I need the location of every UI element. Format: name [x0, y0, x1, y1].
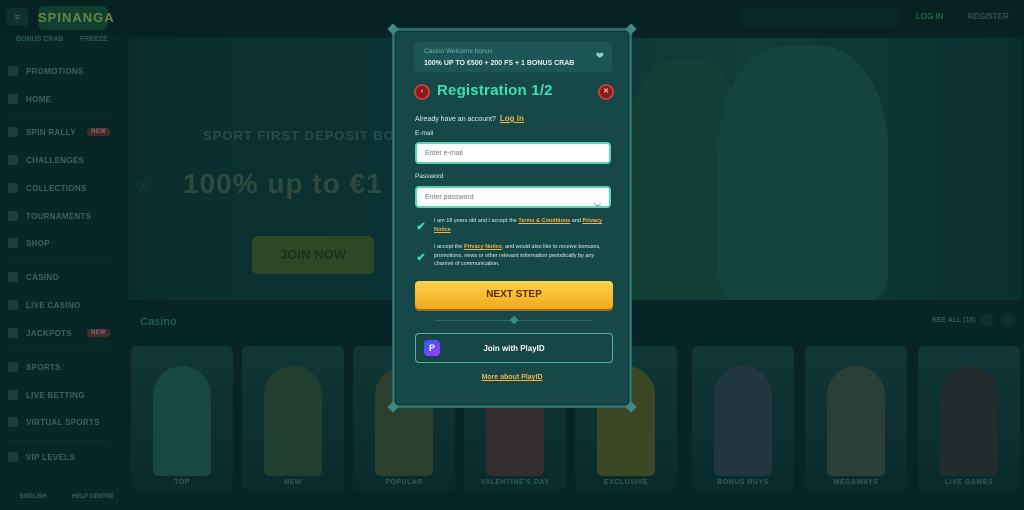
more-about-playid-link[interactable]: More about PlayID	[395, 374, 629, 381]
playid-label: Join with PlayID	[483, 344, 545, 353]
terms-text: I am 18 years old and I accept the	[434, 218, 519, 224]
bonus-offer: 100% UP TO €500 + 200 FS + 1 BONUS CRAB	[424, 60, 575, 67]
consent-text: I accept the	[434, 244, 464, 250]
age-terms-text: I am 18 years old and I accept the Terms…	[434, 217, 614, 234]
registration-modal: Casino Welcome bonus 100% UP TO €500 + 2…	[387, 23, 637, 413]
age-terms-checkbox[interactable]: ✔	[415, 221, 427, 233]
marketing-consent-text: I accept the Privacy Notice, and would a…	[434, 243, 614, 269]
back-button[interactable]: ‹	[414, 84, 430, 100]
login-link[interactable]: Log in	[500, 114, 524, 123]
have-account-label: Already have an account?	[415, 116, 496, 123]
terms-conditions-link[interactable]: Terms & Conditions	[518, 218, 570, 224]
close-button[interactable]: ✕	[598, 84, 614, 100]
marketing-consent-checkbox[interactable]: ✔	[415, 252, 427, 264]
email-label: E-mail	[415, 130, 434, 137]
next-step-button[interactable]: NEXT STEP	[415, 281, 613, 309]
have-account-text: Already have an account? Log in	[415, 114, 524, 123]
show-password-icon[interactable]: ◡	[594, 198, 601, 207]
privacy-notice-link[interactable]: Privacy Notice	[464, 244, 502, 250]
welcome-bonus-selector[interactable]: Casino Welcome bonus 100% UP TO €500 + 2…	[414, 42, 612, 72]
email-field[interactable]	[415, 142, 611, 164]
password-field[interactable]	[415, 186, 611, 208]
bonus-title: Casino Welcome bonus	[424, 48, 493, 55]
terms-text: and	[570, 218, 583, 224]
password-label: Password	[415, 173, 444, 180]
heart-chevron-icon: ❤	[595, 51, 604, 62]
divider-ornament-icon	[509, 315, 519, 325]
join-playid-button[interactable]: P Join with PlayID	[415, 333, 613, 363]
modal-title: Registration 1/2	[437, 82, 553, 99]
